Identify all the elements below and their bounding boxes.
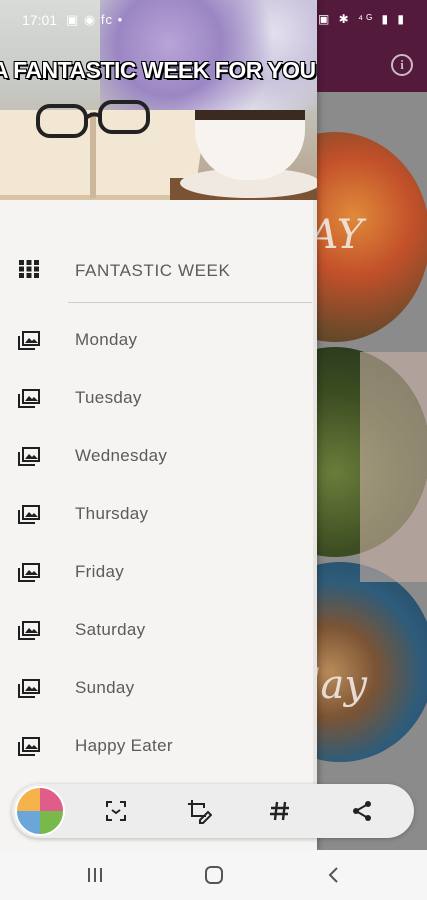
scan-icon [106,801,126,821]
navigation-drawer: A FANTASTIC WEEK FOR YOU FANTASTIC WEEK … [0,0,317,850]
gallery-icon [18,331,40,350]
menu-item-wednesday[interactable]: Wednesday [0,427,317,485]
menu-item-label: Happy Eater [75,736,173,755]
grid-icon [19,260,39,278]
back-icon [328,867,338,883]
menu-item-saturday[interactable]: Saturday [0,601,317,659]
menu-item-monday[interactable]: Monday [0,311,317,369]
menu-item-happy-eater[interactable]: Happy Eater [0,717,317,775]
menu-item-sunday[interactable]: Sunday [0,659,317,717]
status-time: 17:01 [22,12,58,28]
scrollbar[interactable] [313,200,317,800]
notification-icons: ▣ ◉ fc • [66,12,124,27]
home-button[interactable] [199,862,229,888]
menu-item-label: Wednesday [75,446,168,465]
menu-item-label: Friday [75,562,125,581]
menu-item-label: Thursday [75,504,149,523]
gallery-icon [18,679,40,698]
menu-item-thursday[interactable]: Thursday [0,485,317,543]
crop-edit-icon [188,800,212,824]
gallery-icon [18,389,40,408]
menu-item-label: Sunday [75,678,135,697]
system-icons: ▣ ✱ ⁴ᴳ ▮ ▮ [317,12,407,26]
drawer-title: A FANTASTIC WEEK FOR YOU [0,57,316,83]
gallery-icon [18,447,40,466]
gallery-icon [18,505,40,524]
menu-section-fantastic-week[interactable]: FANTASTIC WEEK [0,240,317,302]
status-bar: 17:01 ▣ ◉ fc • ▣ ✱ ⁴ᴳ ▮ ▮ [0,0,427,40]
app-thumbnail[interactable] [15,786,65,836]
gallery-icon [18,563,40,582]
recent-apps-icon [88,868,102,882]
menu-item-tuesday[interactable]: Tuesday [0,369,317,427]
gallery-icon [18,737,40,756]
menu-item-label: Saturday [75,620,146,639]
glasses-image [36,100,150,138]
home-icon [205,866,223,884]
menu-section-label: FANTASTIC WEEK [75,261,231,280]
recent-apps-button[interactable] [80,862,110,888]
info-icon[interactable]: i [391,54,413,76]
gallery-icon [18,621,40,640]
menu-item-label: Monday [75,330,138,349]
drawer-menu: FANTASTIC WEEK Monday Tuesday Wednesday … [0,240,317,775]
divider [68,302,312,303]
decoration [360,352,427,582]
scan-button[interactable] [99,794,133,828]
menu-item-label: Tuesday [75,388,142,407]
hashtag-icon [270,801,289,821]
back-button[interactable] [319,862,349,888]
crop-edit-button[interactable] [182,794,216,828]
share-button[interactable] [345,794,379,828]
hashtag-button[interactable] [263,794,297,828]
floating-toolbar [12,784,414,838]
share-icon [353,801,371,821]
menu-item-friday[interactable]: Friday [0,543,317,601]
system-navigation-bar [0,850,427,900]
